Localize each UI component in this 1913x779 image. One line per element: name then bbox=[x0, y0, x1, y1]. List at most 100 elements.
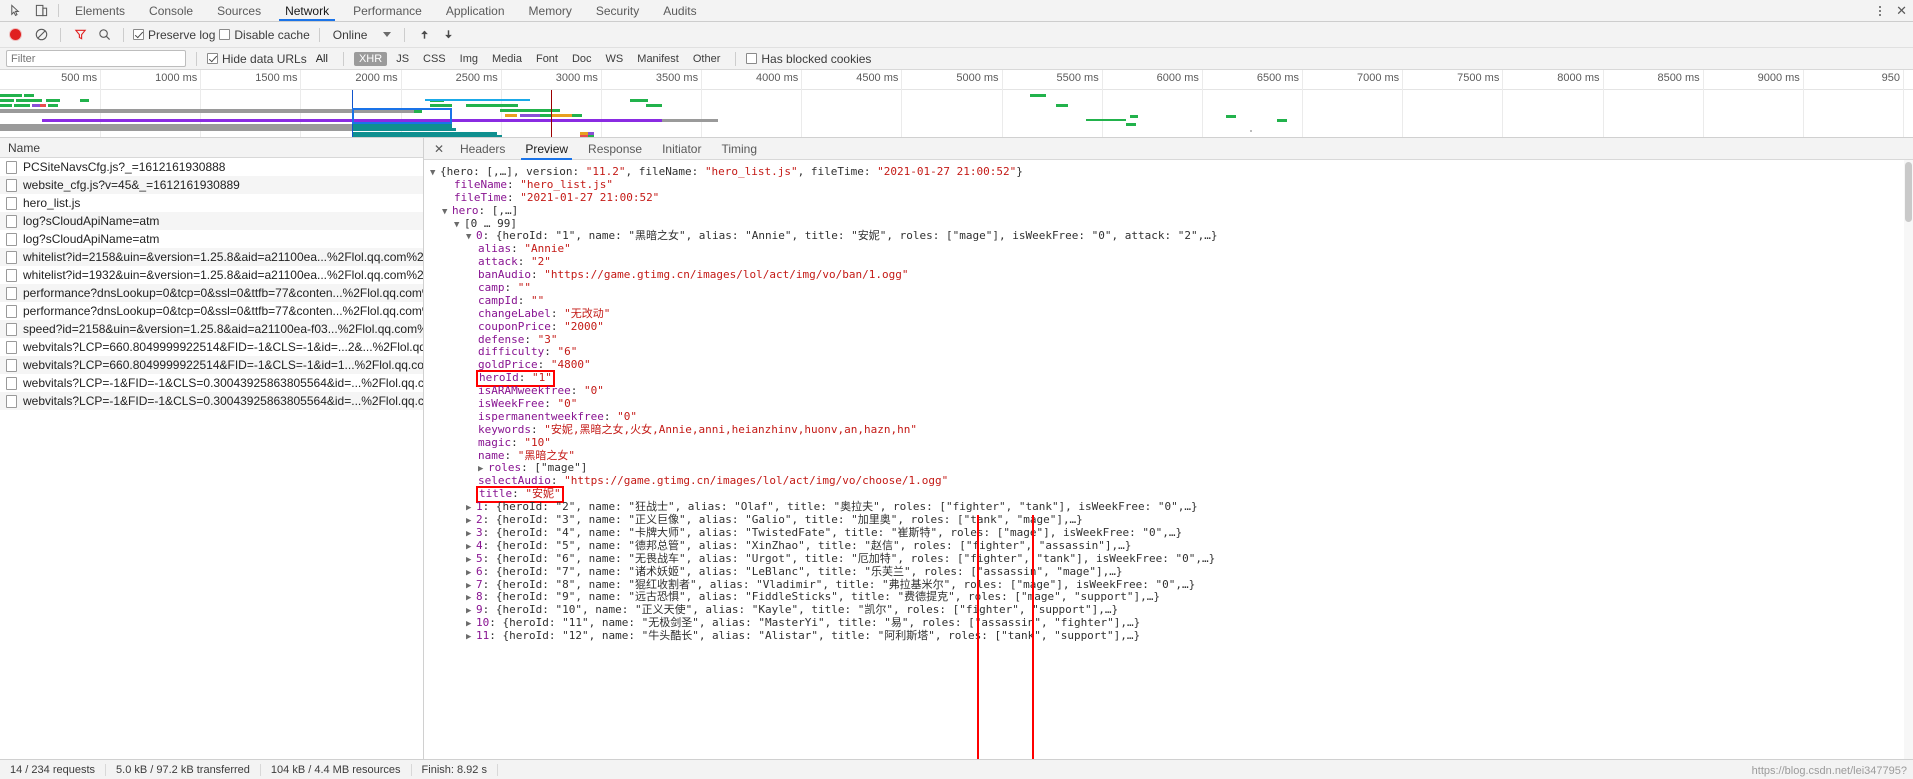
request-row[interactable]: log?sCloudApiName=atm bbox=[0, 230, 423, 248]
tab-initiator[interactable]: Initiator bbox=[652, 138, 711, 160]
import-har-icon[interactable] bbox=[414, 25, 434, 45]
throttling-select[interactable]: Online bbox=[329, 28, 396, 42]
search-icon[interactable] bbox=[94, 25, 114, 45]
tab-application[interactable]: Application bbox=[434, 0, 517, 21]
more-options-icon[interactable] bbox=[1872, 5, 1888, 16]
request-row[interactable]: hero_list.js bbox=[0, 194, 423, 212]
filter-type-doc[interactable]: Doc bbox=[567, 52, 597, 66]
request-row[interactable]: webvitals?LCP=660.8049999922514&FID=-1&C… bbox=[0, 338, 423, 356]
request-row[interactable]: PCSiteNavsCfg.js?_=1612161930888 bbox=[0, 158, 423, 176]
filter-funnel-icon[interactable] bbox=[70, 25, 90, 45]
filter-type-img[interactable]: Img bbox=[455, 52, 483, 66]
request-row[interactable]: speed?id=2158&uin=&version=1.25.8&aid=a2… bbox=[0, 320, 423, 338]
tab-label: Network bbox=[285, 3, 330, 18]
filter-input[interactable] bbox=[6, 50, 186, 67]
toolbar-divider bbox=[58, 4, 59, 17]
json-scrollbar[interactable] bbox=[1904, 160, 1913, 759]
disclosure-triangle-icon[interactable]: ▶ bbox=[466, 631, 476, 644]
hide-data-urls-checkbox[interactable]: Hide data URLs bbox=[207, 52, 307, 66]
request-name: hero_list.js bbox=[23, 196, 81, 210]
tab-network[interactable]: Network bbox=[273, 0, 341, 21]
request-row[interactable]: whitelist?id=2158&uin=&version=1.25.8&ai… bbox=[0, 248, 423, 266]
has-blocked-cookies-checkbox[interactable]: Has blocked cookies bbox=[746, 52, 871, 66]
filter-type-all[interactable]: All bbox=[311, 52, 333, 66]
request-row[interactable]: webvitals?LCP=660.8049999922514&FID=-1&C… bbox=[0, 356, 423, 374]
network-overview-timeline[interactable]: 500 ms 1000 ms 1500 ms 2000 ms 2500 ms 3000 m… bbox=[0, 70, 1913, 138]
request-row[interactable]: performance?dnsLookup=0&tcp=0&ssl=0&ttfb… bbox=[0, 284, 423, 302]
filter-type-media[interactable]: Media bbox=[487, 52, 527, 66]
disclosure-triangle-icon[interactable]: ▶ bbox=[466, 541, 476, 554]
document-icon bbox=[6, 286, 17, 300]
disable-cache-checkbox[interactable]: Disable cache bbox=[219, 28, 310, 42]
close-icon[interactable]: ✕ bbox=[428, 142, 450, 156]
disclosure-triangle-icon[interactable]: ▼ bbox=[454, 219, 464, 232]
tab-sources[interactable]: Sources bbox=[205, 0, 273, 21]
disclosure-triangle-icon[interactable]: ▶ bbox=[466, 554, 476, 567]
filter-type-manifest[interactable]: Manifest bbox=[632, 52, 684, 66]
tab-timing[interactable]: Timing bbox=[711, 138, 767, 160]
tab-security[interactable]: Security bbox=[584, 0, 651, 21]
status-requests: 14 / 234 requests bbox=[0, 763, 107, 776]
filter-type-xhr[interactable]: XHR bbox=[353, 51, 388, 66]
tab-label: Memory bbox=[528, 3, 572, 18]
checkbox-box bbox=[207, 53, 218, 64]
request-row[interactable]: website_cfg.js?v=45&_=1612161930889 bbox=[0, 176, 423, 194]
status-transferred: 5.0 kB / 97.2 kB transferred bbox=[106, 763, 261, 776]
close-devtools-icon[interactable]: ✕ bbox=[1896, 4, 1907, 17]
annotation-line-left bbox=[977, 515, 979, 759]
toolbar-divider bbox=[60, 27, 61, 42]
request-row[interactable]: performance?dnsLookup=0&tcp=0&ssl=0&ttfb… bbox=[0, 302, 423, 320]
tab-console[interactable]: Console bbox=[137, 0, 205, 21]
disclosure-triangle-icon[interactable]: ▼ bbox=[466, 231, 476, 244]
filter-type-other[interactable]: Other bbox=[688, 52, 726, 66]
filter-type-css[interactable]: CSS bbox=[418, 52, 451, 66]
scrollbar-thumb[interactable] bbox=[1905, 162, 1912, 222]
filter-type-js[interactable]: JS bbox=[391, 52, 414, 66]
timeline-selection-box[interactable] bbox=[352, 108, 452, 124]
toolbar-divider bbox=[318, 27, 320, 42]
filter-divider bbox=[196, 51, 197, 66]
disclosure-triangle-icon[interactable]: ▶ bbox=[466, 567, 476, 580]
timeline-tick-label: 2500 ms bbox=[455, 72, 498, 84]
json-field-row: couponPrice: "2000" bbox=[478, 319, 604, 333]
disclosure-triangle-icon[interactable]: ▶ bbox=[466, 528, 476, 541]
tab-preview[interactable]: Preview bbox=[515, 138, 578, 160]
tab-elements[interactable]: Elements bbox=[63, 0, 137, 21]
timeline-tick-label: 3500 ms bbox=[655, 72, 699, 84]
disclosure-triangle-icon[interactable]: ▼ bbox=[442, 206, 452, 219]
request-row[interactable]: log?sCloudApiName=atm bbox=[0, 212, 423, 230]
network-body: Name PCSiteNavsCfg.js?_=1612161930888 web… bbox=[0, 138, 1913, 759]
request-row[interactable]: whitelist?id=1932&uin=&version=1.25.8&ai… bbox=[0, 266, 423, 284]
timeline-tick-label: 950 bbox=[1881, 72, 1900, 84]
timeline-tick-label: 3000 ms bbox=[555, 72, 598, 84]
tab-memory[interactable]: Memory bbox=[517, 0, 584, 21]
status-finish: Finish: 8.92 s bbox=[412, 763, 498, 776]
filter-type-ws[interactable]: WS bbox=[601, 52, 629, 66]
request-row[interactable]: webvitals?LCP=-1&FID=-1&CLS=0.3004392586… bbox=[0, 392, 423, 410]
device-toolbar-icon[interactable] bbox=[28, 0, 54, 21]
export-har-icon[interactable] bbox=[438, 25, 458, 45]
toolbar-divider bbox=[404, 27, 406, 42]
clear-button-icon[interactable] bbox=[31, 25, 51, 45]
request-list-header[interactable]: Name bbox=[0, 138, 423, 158]
request-row[interactable]: webvitals?LCP=-1&FID=-1&CLS=0.3004392586… bbox=[0, 374, 423, 392]
disclosure-triangle-icon[interactable]: ▼ bbox=[430, 167, 440, 180]
filter-divider bbox=[735, 51, 737, 66]
timeline-tick-label: 8000 ms bbox=[1557, 72, 1600, 84]
chevron-down-icon bbox=[383, 32, 392, 37]
request-list[interactable]: PCSiteNavsCfg.js?_=1612161930888 website_… bbox=[0, 158, 423, 759]
tab-headers[interactable]: Headers bbox=[450, 138, 515, 160]
request-name: speed?id=2158&uin=&version=1.25.8&aid=a2… bbox=[23, 322, 423, 336]
json-field-row: camp: "" bbox=[478, 281, 531, 295]
json-preview-viewer[interactable]: ▼ {hero: [,…], version: "11.2", fileName:… bbox=[424, 160, 1913, 759]
tab-response[interactable]: Response bbox=[578, 138, 652, 160]
tabbar-right-controls: ✕ bbox=[1872, 0, 1913, 21]
inspect-element-icon[interactable] bbox=[2, 0, 28, 21]
tab-performance[interactable]: Performance bbox=[341, 0, 434, 21]
record-button-icon[interactable] bbox=[10, 29, 21, 40]
preserve-log-checkbox[interactable]: Preserve log bbox=[133, 28, 215, 42]
filter-type-font[interactable]: Font bbox=[531, 52, 563, 66]
tab-label: Initiator bbox=[662, 141, 702, 156]
tab-audits[interactable]: Audits bbox=[651, 0, 708, 21]
tab-label: Sources bbox=[217, 3, 262, 18]
